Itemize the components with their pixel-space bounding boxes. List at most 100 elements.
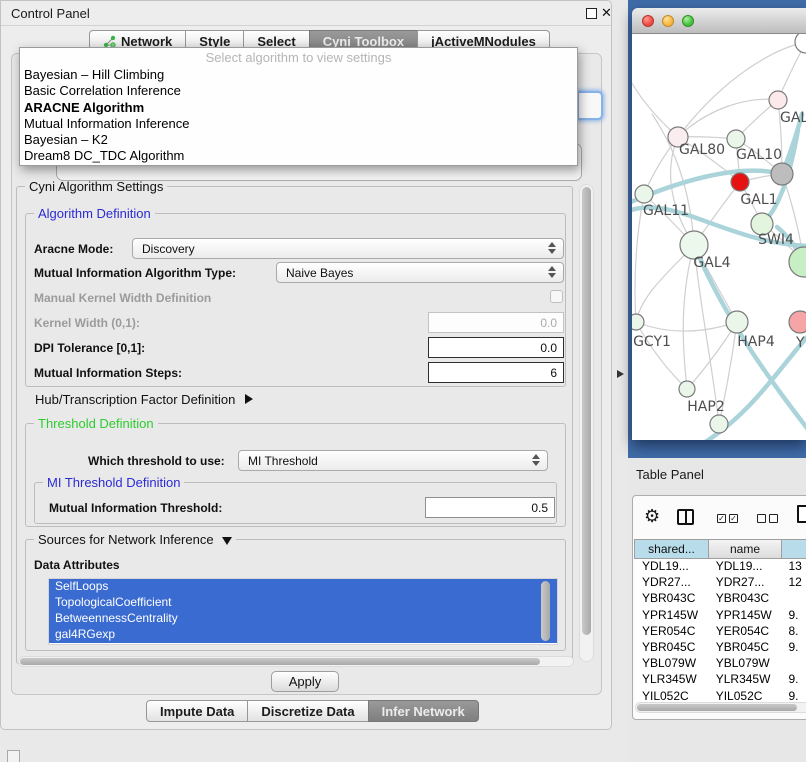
minimize-traffic-icon[interactable] xyxy=(662,15,674,27)
close-traffic-icon[interactable] xyxy=(642,15,654,27)
algorithm-option[interactable]: Basic Correlation Inference xyxy=(20,83,577,99)
table-row[interactable]: YPR145WYPR145W9. xyxy=(635,608,806,624)
network-canvas[interactable]: GALGAL80GAL10GAL1GAL11SWI4GAL4GCY1HAP4YH… xyxy=(632,34,806,440)
sources-title[interactable]: Sources for Network Inference xyxy=(34,532,236,547)
table-row[interactable]: YDL19...YDL19...13 xyxy=(635,559,806,575)
tab-impute-data[interactable]: Impute Data xyxy=(146,700,248,722)
mi-steps-field[interactable]: 6 xyxy=(428,362,564,383)
network-window: GALGAL80GAL10GAL1GAL11SWI4GAL4GCY1HAP4YH… xyxy=(632,8,806,440)
network-node-hap2[interactable] xyxy=(679,381,695,397)
gear-icon[interactable]: ⚙ xyxy=(644,506,660,527)
table-cell: YLR345W xyxy=(709,672,782,688)
table-cell: 12 xyxy=(781,575,806,591)
cursor-arrow xyxy=(617,370,624,378)
algorithm-option[interactable]: Dream8 DC_TDC Algorithm xyxy=(20,148,577,164)
float-window-icon[interactable] xyxy=(586,8,597,19)
data-attributes-label: Data Attributes xyxy=(34,558,120,572)
group-title: Algorithm Definition xyxy=(34,206,155,221)
which-threshold-select[interactable]: MI Threshold xyxy=(238,450,548,471)
aracne-mode-select[interactable]: Discovery xyxy=(132,238,564,259)
mi-threshold-field[interactable]: 0.5 xyxy=(425,497,555,518)
tab-discretize-data[interactable]: Discretize Data xyxy=(247,700,368,722)
network-node[interactable] xyxy=(771,163,793,185)
which-threshold-label: Which threshold to use: xyxy=(88,454,225,468)
table-cell: 13 xyxy=(781,559,806,575)
network-node[interactable] xyxy=(710,415,728,433)
network-node-gcy1[interactable] xyxy=(632,314,644,330)
mi-type-value: Naive Bayes xyxy=(286,266,353,280)
network-node-gal[interactable] xyxy=(769,91,787,109)
list-scrollbar[interactable] xyxy=(539,581,554,643)
table-rows: YDL19...YDL19...13YDR27...YDR27...12YBR0… xyxy=(635,559,806,702)
column-header-name[interactable]: name xyxy=(708,539,782,559)
table-panel-body: ⚙ ✓✓ shared...name YDL19...YDL19...13YDR… xyxy=(632,495,806,720)
table-cell: YDL19... xyxy=(709,559,782,575)
table-row[interactable]: YLR345WYLR345W9. xyxy=(635,672,806,688)
algorithm-option[interactable]: Bayesian – Hill Climbing xyxy=(20,67,577,83)
table-cell xyxy=(781,656,806,672)
function-builder-icon[interactable] xyxy=(797,505,806,523)
deselect-all-columns-icon[interactable] xyxy=(757,514,778,523)
table-horizontal-scrollbar[interactable] xyxy=(635,702,806,713)
table-cell: YDL19... xyxy=(635,559,709,575)
table-cell: 9. xyxy=(781,608,806,624)
zoom-traffic-icon[interactable] xyxy=(682,15,694,27)
close-icon[interactable]: ✕ xyxy=(601,5,612,21)
kernel-width-field[interactable]: 0.0 xyxy=(428,312,564,333)
data-attributes-list[interactable]: SelfLoopsTopologicalCoefficientBetweenne… xyxy=(48,578,558,645)
network-window-titlebar[interactable] xyxy=(632,8,806,34)
settings-vertical-scrollbar[interactable] xyxy=(579,184,594,662)
algorithm-option[interactable]: ARACNE Algorithm xyxy=(20,100,577,116)
tab-infer-network[interactable]: Infer Network xyxy=(368,700,479,722)
mi-algorithm-type-select[interactable]: Naive Bayes xyxy=(276,262,564,283)
manual-kernel-label: Manual Kernel Width Definition xyxy=(34,291,211,305)
manual-kernel-checkbox[interactable] xyxy=(550,290,563,303)
select-all-columns-icon[interactable]: ✓✓ xyxy=(717,514,738,523)
network-node-gal11[interactable] xyxy=(635,185,653,203)
node-label: Y xyxy=(795,335,805,351)
table-row[interactable]: YIL052CYIL052C9. xyxy=(635,689,806,703)
attribute-item[interactable]: SelfLoops xyxy=(49,579,557,595)
network-node-hap4[interactable] xyxy=(726,311,748,333)
table-cell: 9. xyxy=(781,672,806,688)
network-node-gal1[interactable] xyxy=(731,173,749,191)
table-row[interactable]: YER054CYER054C8. xyxy=(635,624,806,640)
table-row[interactable]: YBR043CYBR043C xyxy=(635,591,806,607)
apply-button[interactable]: Apply xyxy=(271,671,339,692)
hub-definition-expander[interactable]: Hub/Transcription Factor Definition xyxy=(35,392,253,407)
cyni-algorithm-settings-group: Cyni Algorithm Settings Algorithm Defini… xyxy=(16,186,573,664)
algorithm-dropdown-popup: Select algorithm to view settings Bayesi… xyxy=(19,47,578,166)
table-cell: YIL052C xyxy=(709,689,782,703)
table-cell xyxy=(781,591,806,607)
table-cell: YDR27... xyxy=(709,575,782,591)
table-row[interactable]: YBR045CYBR045C9. xyxy=(635,640,806,656)
network-node[interactable] xyxy=(789,247,806,277)
dpi-tolerance-field[interactable]: 0.0 xyxy=(428,337,564,358)
table-cell: YLR345W xyxy=(635,672,709,688)
algorithm-option[interactable]: Bayesian – K2 xyxy=(20,132,577,148)
column-header-shared[interactable]: shared... xyxy=(634,539,709,559)
dpi-tolerance-label: DPI Tolerance [0,1]: xyxy=(34,341,145,355)
columns-icon[interactable] xyxy=(677,509,694,525)
table-cell: YDR27... xyxy=(635,575,709,591)
table-cell: YPR145W xyxy=(709,608,782,624)
table-cell: 9. xyxy=(781,689,806,703)
network-node-gal10[interactable] xyxy=(727,130,745,148)
algorithm-option[interactable]: Mutual Information Inference xyxy=(20,116,577,132)
table-cell: YBR045C xyxy=(709,640,782,656)
settings-horizontal-scrollbar[interactable] xyxy=(18,656,574,667)
attribute-item[interactable]: gal4RGexp xyxy=(49,627,557,643)
table-row[interactable]: YBL079WYBL079W xyxy=(635,656,806,672)
aracne-mode-label: Aracne Mode: xyxy=(34,242,113,256)
corner-widget-icon[interactable] xyxy=(7,750,20,762)
threshold-definition-group: Threshold Definition Which threshold to … xyxy=(25,423,566,527)
attribute-item[interactable]: BetweennessCentrality xyxy=(49,611,557,627)
column-header-extra[interactable] xyxy=(781,539,806,559)
attribute-item[interactable]: TopologicalCoefficient xyxy=(49,595,557,611)
group-title: Cyni Algorithm Settings xyxy=(25,179,167,194)
hub-definition-label: Hub/Transcription Factor Definition xyxy=(35,392,235,407)
network-node[interactable] xyxy=(795,34,806,53)
table-row[interactable]: YDR27...YDR27...12 xyxy=(635,575,806,591)
node-label: GAL4 xyxy=(693,255,730,271)
network-node-y[interactable] xyxy=(789,311,806,333)
